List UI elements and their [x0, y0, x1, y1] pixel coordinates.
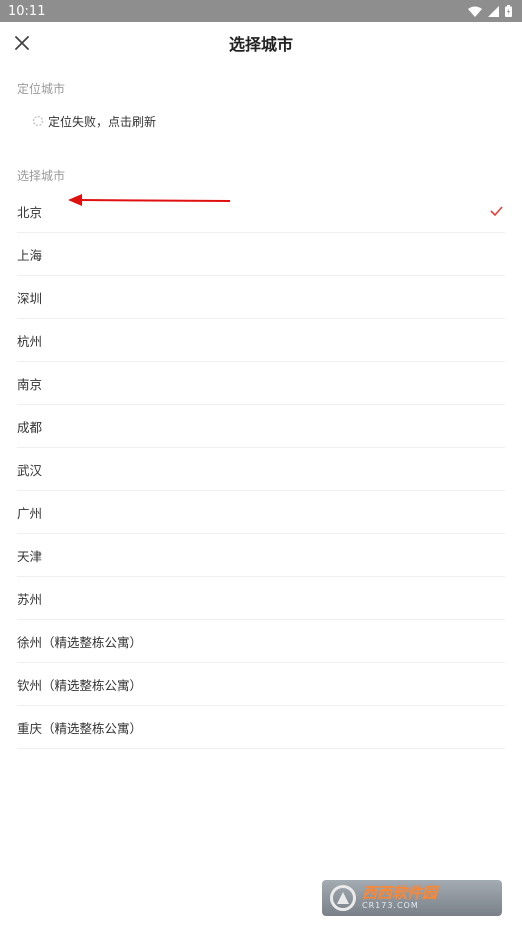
wifi-icon	[468, 6, 482, 17]
city-name: 杭州	[17, 333, 43, 349]
city-name: 广州	[17, 505, 43, 521]
city-item[interactable]: 成都	[17, 405, 505, 448]
city-item[interactable]: 苏州	[17, 577, 505, 620]
status-icons	[468, 5, 512, 17]
close-icon	[15, 36, 29, 50]
city-item[interactable]: 上海	[17, 233, 505, 276]
city-item[interactable]: 天津	[17, 534, 505, 577]
city-section-label: 选择城市	[17, 169, 66, 183]
city-item[interactable]: 钦州（精选整栋公寓）	[17, 663, 505, 706]
city-name: 苏州	[17, 591, 43, 607]
city-name: 北京	[17, 204, 43, 220]
city-item[interactable]: 徐州（精选整栋公寓）	[17, 620, 505, 663]
watermark-brand: 西西软件园	[362, 884, 438, 902]
app-header: 选择城市	[0, 22, 522, 64]
city-item[interactable]: 广州	[17, 491, 505, 534]
city-name: 重庆（精选整栋公寓）	[17, 720, 143, 736]
city-item[interactable]: 杭州	[17, 319, 505, 362]
city-item[interactable]: 深圳	[17, 276, 505, 319]
locate-refresh[interactable]: 定位失败，点击刷新	[32, 113, 522, 129]
location-section-label: 定位城市	[17, 82, 66, 96]
locate-status-text: 定位失败，点击刷新	[48, 114, 157, 129]
status-time: 10:11	[8, 3, 46, 19]
city-name: 成都	[17, 419, 43, 435]
city-item[interactable]: 南京	[17, 362, 505, 405]
city-name: 上海	[17, 247, 43, 263]
city-name: 深圳	[17, 290, 43, 306]
city-item[interactable]: 武汉	[17, 448, 505, 491]
annotation-arrow	[68, 194, 231, 206]
city-name: 徐州（精选整栋公寓）	[17, 634, 143, 650]
city-name: 钦州（精选整栋公寓）	[17, 677, 143, 693]
watermark-icon	[330, 885, 356, 911]
city-item[interactable]: 重庆（精选整栋公寓）	[17, 706, 505, 749]
page-title: 选择城市	[228, 35, 293, 54]
city-list: 北京上海深圳杭州南京成都武汉广州天津苏州徐州（精选整栋公寓） 钦州（精选整栋公寓）…	[0, 190, 522, 749]
signal-icon	[488, 5, 499, 17]
status-bar: 10:11	[0, 0, 522, 22]
watermark-logo: 西西软件园 CR173.COM	[322, 880, 502, 916]
city-name: 武汉	[17, 462, 43, 478]
city-name: 南京	[17, 376, 43, 392]
city-name: 天津	[17, 548, 43, 564]
refresh-spinner-icon	[32, 115, 44, 127]
watermark-domain: CR173.COM	[362, 901, 419, 910]
battery-icon	[505, 5, 512, 17]
close-button[interactable]	[8, 29, 36, 57]
check-icon	[490, 206, 503, 216]
